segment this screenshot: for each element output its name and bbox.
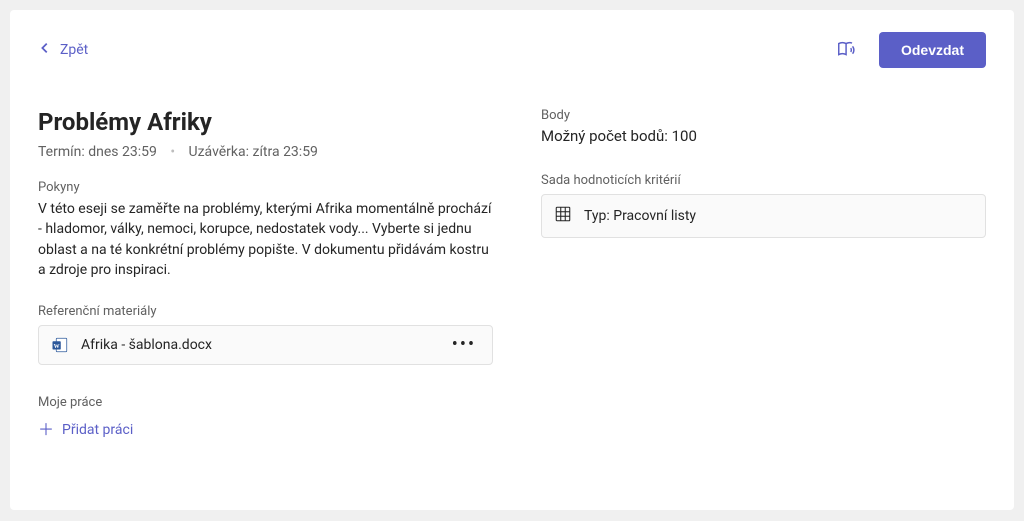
word-doc-icon: W bbox=[51, 336, 69, 354]
header-row: Zpět Odevzdat bbox=[38, 32, 986, 68]
my-work-section: Moje práce ＋ Přidat práci bbox=[38, 395, 493, 439]
instructions-label: Pokyny bbox=[38, 180, 493, 195]
attachment-more-button[interactable]: ••• bbox=[448, 336, 480, 354]
immersive-reader-button[interactable] bbox=[835, 38, 859, 62]
reference-label: Referenční materiály bbox=[38, 304, 493, 319]
plus-icon: ＋ bbox=[38, 422, 54, 438]
back-label: Zpět bbox=[60, 42, 88, 58]
rubric-item[interactable]: Typ: Pracovní listy bbox=[541, 194, 986, 238]
my-work-label: Moje práce bbox=[38, 395, 493, 410]
back-button[interactable]: Zpět bbox=[38, 41, 88, 59]
turn-in-button[interactable]: Odevzdat bbox=[879, 32, 986, 68]
instructions-text: V této eseji se zaměřte na problémy, kte… bbox=[38, 199, 493, 280]
content-columns: Problémy Afriky Termín: dnes 23:59 • Uzá… bbox=[38, 108, 986, 439]
add-work-label: Přidat práci bbox=[62, 422, 133, 438]
close-label: Uzávěrka: bbox=[189, 144, 250, 160]
right-column: Body Možný počet bodů: 100 Sada hodnotic… bbox=[541, 108, 986, 439]
rubric-grid-icon bbox=[554, 205, 572, 227]
reference-attachment[interactable]: W Afrika - šablona.docx ••• bbox=[38, 325, 493, 365]
assignment-meta: Termín: dnes 23:59 • Uzávěrka: zítra 23:… bbox=[38, 144, 493, 160]
points-value: Možný počet bodů: 100 bbox=[541, 127, 986, 145]
add-work-button[interactable]: ＋ Přidat práci bbox=[38, 422, 133, 438]
left-column: Problémy Afriky Termín: dnes 23:59 • Uzá… bbox=[38, 108, 493, 439]
rubric-name: Typ: Pracovní listy bbox=[584, 208, 973, 224]
chevron-left-icon bbox=[38, 41, 52, 59]
points-label: Body bbox=[541, 108, 986, 123]
due-value: dnes 23:59 bbox=[88, 144, 157, 160]
close-value: zítra 23:59 bbox=[253, 144, 318, 160]
header-actions: Odevzdat bbox=[835, 32, 986, 68]
due-label: Termín: bbox=[38, 144, 85, 160]
assignment-detail-card: Zpět Odevzdat Problémy Afriky Termín: dn… bbox=[10, 10, 1014, 510]
svg-text:W: W bbox=[54, 344, 60, 350]
rubric-label: Sada hodnoticích kritérií bbox=[541, 173, 986, 188]
reference-file-name: Afrika - šablona.docx bbox=[81, 337, 436, 353]
assignment-title: Problémy Afriky bbox=[38, 108, 493, 136]
meta-separator: • bbox=[170, 144, 175, 160]
